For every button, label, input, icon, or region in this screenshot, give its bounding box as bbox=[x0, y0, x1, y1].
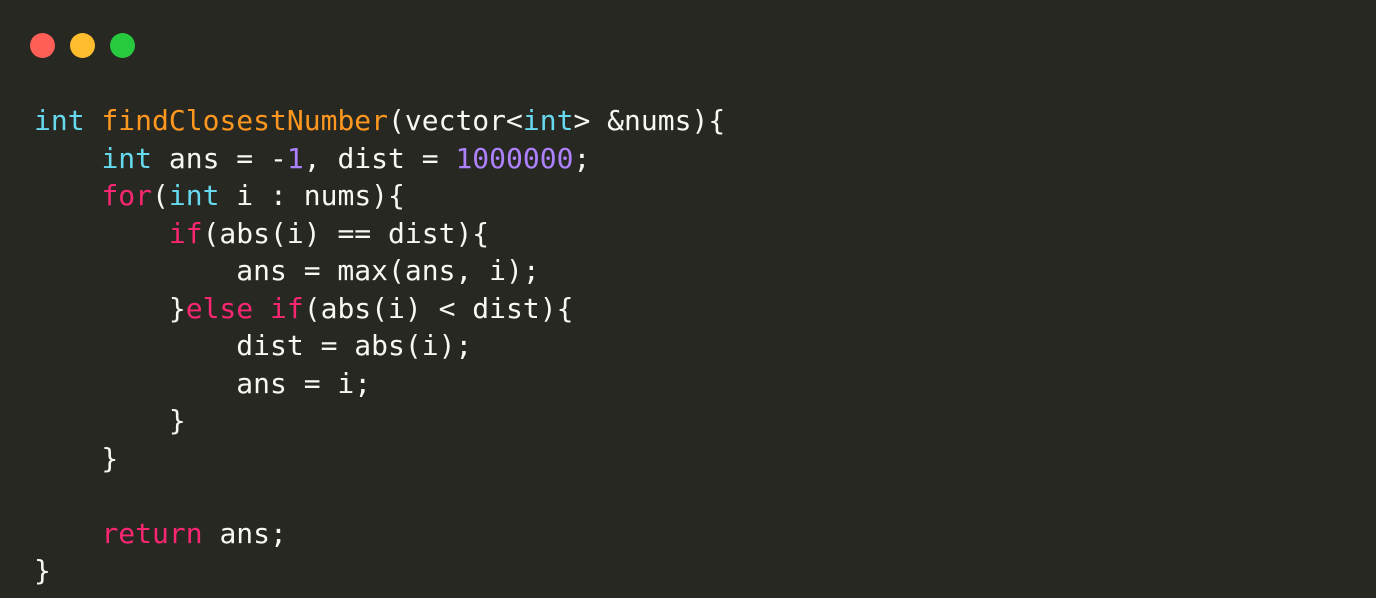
code-token: int bbox=[101, 141, 153, 175]
maximize-dot-icon[interactable] bbox=[110, 33, 135, 58]
code-token: ans = i; bbox=[34, 366, 372, 400]
code-token: > &nums){ bbox=[573, 104, 726, 137]
code-token: 1 bbox=[286, 141, 304, 175]
code-token: 1000000 bbox=[455, 141, 574, 175]
code-line: int findClosestNumber(vector<int> &nums)… bbox=[34, 102, 725, 140]
code-token: ( bbox=[152, 179, 169, 212]
code-token: return bbox=[101, 516, 203, 550]
close-dot-icon[interactable] bbox=[30, 33, 55, 58]
code-token: if bbox=[270, 291, 304, 325]
code-token: } bbox=[34, 291, 186, 325]
code-line: } bbox=[34, 440, 725, 478]
code-line: ans = max(ans, i); bbox=[34, 252, 725, 290]
code-token: ans = max(ans, i); bbox=[34, 254, 540, 287]
code-token: int bbox=[522, 104, 574, 137]
code-token: int bbox=[168, 179, 220, 212]
code-line: } bbox=[34, 552, 725, 590]
code-token: ans; bbox=[202, 516, 287, 550]
code-token: (abs(i) == dist){ bbox=[202, 216, 490, 250]
code-token: for bbox=[101, 179, 153, 212]
code-token: i : nums){ bbox=[219, 179, 405, 212]
code-line: ans = i; bbox=[34, 365, 725, 403]
code-token: , dist = bbox=[303, 141, 456, 175]
code-line: dist = abs(i); bbox=[34, 327, 725, 365]
code-block: int findClosestNumber(vector<int> &nums)… bbox=[34, 102, 725, 590]
code-token: if bbox=[168, 216, 203, 250]
minimize-dot-icon[interactable] bbox=[70, 33, 95, 58]
code-token: dist = abs(i); bbox=[34, 329, 473, 362]
code-token: } bbox=[34, 554, 51, 587]
code-token: findClosestNumber bbox=[101, 104, 389, 137]
code-token: int bbox=[34, 104, 85, 137]
code-token: ; bbox=[573, 141, 591, 175]
code-token: (vector< bbox=[388, 104, 523, 137]
code-line: int ans = -1, dist = 1000000; bbox=[34, 140, 725, 178]
code-line: for(int i : nums){ bbox=[34, 177, 725, 215]
code-line: } bbox=[34, 402, 725, 440]
code-token: else bbox=[185, 291, 254, 325]
code-token: } bbox=[34, 441, 119, 475]
code-window: int findClosestNumber(vector<int> &nums)… bbox=[0, 0, 1376, 598]
code-token: } bbox=[34, 404, 186, 437]
window-controls bbox=[30, 33, 135, 58]
code-token: ans = - bbox=[152, 141, 287, 175]
code-line: if(abs(i) == dist){ bbox=[34, 215, 725, 253]
code-line: }else if(abs(i) < dist){ bbox=[34, 290, 725, 328]
code-token: (abs(i) < dist){ bbox=[303, 291, 574, 325]
code-line: return ans; bbox=[34, 515, 725, 553]
